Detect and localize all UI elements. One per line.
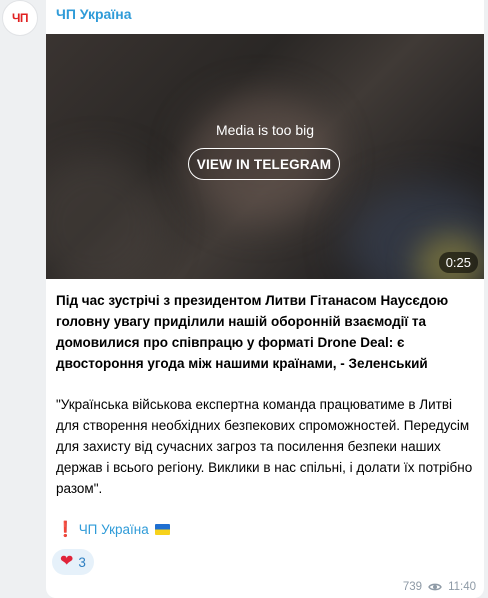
blurred-background-4 [46,154,166,279]
message-meta: 739 11:40 [403,581,476,593]
view-in-telegram-button[interactable]: VIEW IN TELEGRAM [188,148,340,180]
reaction-count: 3 [78,554,86,570]
message-time: 11:40 [448,581,476,593]
message-text: Під час зустрічі з президентом Литви Гіт… [56,290,476,499]
channel-avatar[interactable]: ЧП [2,0,38,36]
post-signature[interactable]: ❗ ЧП Україна [56,520,170,538]
channel-name-link[interactable]: ЧП Україна [56,6,132,22]
eye-icon [428,583,442,591]
message-bubble: ЧП Україна Media is too big VIEW IN TELE… [46,0,484,598]
video-preview[interactable]: Media is too big VIEW IN TELEGRAM 0:25 [46,34,484,279]
video-duration-badge: 0:25 [438,252,478,273]
post-quote: "Українська військова експертна команда … [56,397,473,496]
media-too-big-note: Media is too big [215,122,315,138]
ukraine-flag-icon [154,523,170,535]
exclamation-icon: ❗ [56,521,75,538]
reaction-heart-button[interactable]: ❤ 3 [52,549,94,575]
signature-channel-link[interactable]: ЧП Україна [79,522,149,537]
post-headline: Під час зустрічі з президентом Литви Гіт… [56,293,449,371]
view-count: 739 [402,581,423,593]
heart-icon: ❤ [60,553,74,570]
